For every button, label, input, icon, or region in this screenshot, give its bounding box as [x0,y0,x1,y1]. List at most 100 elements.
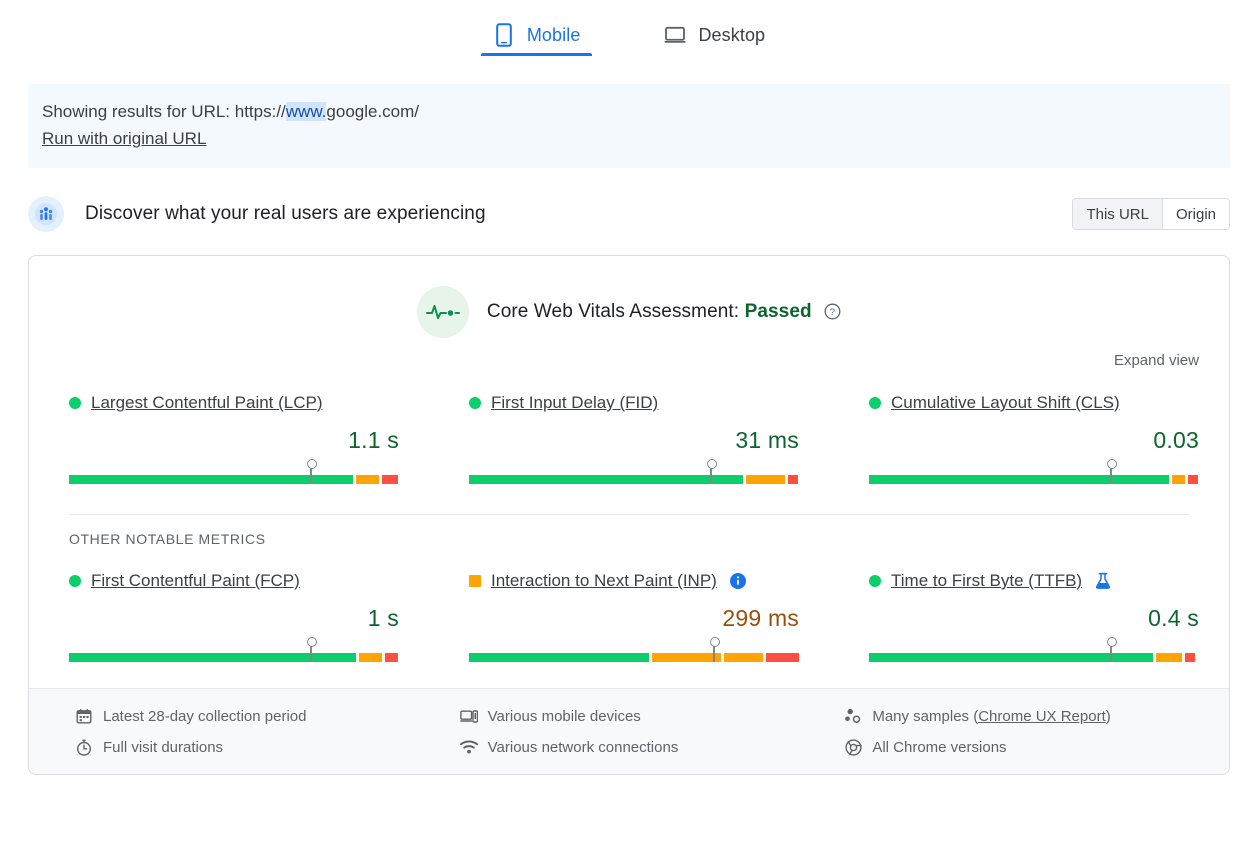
url-www-highlight: www. [285,102,327,121]
metric-value-pin [706,459,717,484]
metric-distribution-bar [69,459,405,484]
footer-text: Various mobile devices [487,707,641,725]
core-web-vitals-assessment-header: Core Web Vitals Assessment: Passed ? [29,256,1229,338]
mobile-phone-icon [493,23,515,47]
desktop-monitor-icon [664,23,686,47]
metric-name-link[interactable]: First Contentful Paint (FCP) [91,571,300,591]
metric-value: 1.1 s [348,427,399,453]
assessment-title: Core Web Vitals Assessment: Passed ? [487,301,841,323]
experiment-flask-icon[interactable] [1095,572,1111,590]
footer-text: All Chrome versions [872,738,1007,756]
metric-distribution-bar [469,459,805,484]
metric-value-pin [306,637,317,662]
metric-distribution-bar [69,637,405,662]
footer-item: Full visit durations [75,738,460,756]
metric-name-link[interactable]: Interaction to Next Paint (INP) [491,571,717,591]
footer-item: All Chrome versions [844,738,1229,756]
metric-distribution-bar [869,459,1205,484]
metric-value: 1 s [367,605,399,631]
chrome-ux-report-link[interactable]: Chrome UX Report [978,708,1106,725]
help-circle-icon[interactable]: ? [824,303,841,320]
people-samples-icon [844,707,862,725]
distribution-segments [69,653,399,662]
distribution-segment-good [469,475,743,484]
metric-value: 0.4 s [1148,605,1199,631]
distribution-segment-avg [355,475,379,484]
metric-header: Cumulative Layout Shift (CLS) [869,391,1205,415]
metric-distribution-bar [869,637,1205,662]
distribution-segment-avg [1172,475,1186,484]
metric-name-link[interactable]: First Input Delay (FID) [491,393,658,413]
distribution-segment-avg [1155,653,1183,662]
metric-value: 299 ms [722,605,799,631]
metric-inp: Interaction to Next Paint (INP) 299 ms [429,569,829,662]
footer-label-wrap: All Chrome versions [872,739,1006,756]
distribution-segment-avg [652,653,721,662]
crux-users-icon [28,196,64,232]
expand-view-row: Expand view [29,338,1229,369]
expand-view-button[interactable]: Expand view [1114,352,1199,369]
distribution-segment-good [869,475,1170,484]
crux-results-card: Core Web Vitals Assessment: Passed ? Exp… [28,255,1230,775]
scope-this-url-button[interactable]: This URL [1073,199,1162,229]
footer-text-after: ) [1105,707,1111,725]
footer-text: Full visit durations [103,738,224,756]
distribution-segment-good [469,653,650,662]
metric-rating-marker-good [69,397,81,409]
info-circle-icon[interactable] [729,573,746,589]
assessment-label: Core Web Vitals Assessment: [486,301,740,322]
device-tab-bar: Mobile Desktop [0,0,1258,56]
footer-text: Many samples ( [872,707,979,725]
metric-header: Largest Contentful Paint (LCP) [69,391,405,415]
distribution-segments [869,653,1199,662]
page-title: Discover what your real users are experi… [85,203,486,224]
url-suffix-text: google.com/ [326,102,420,121]
metric-name-link[interactable]: Time to First Byte (TTFB) [891,571,1082,591]
distribution-segment-poor [1188,475,1199,484]
tab-mobile[interactable]: Mobile [479,8,595,56]
metric-value: 0.03 [1153,427,1199,453]
distribution-segment-poor [1185,653,1196,662]
distribution-segment-poor [788,475,799,484]
metric-value-pin [1106,637,1117,662]
footer-item: Various network connections [459,738,845,756]
metric-name-link[interactable]: Largest Contentful Paint (LCP) [91,393,323,413]
scope-origin-button[interactable]: Origin [1161,199,1229,229]
crux-section-header: Discover what your real users are experi… [28,195,1230,233]
stopwatch-icon [75,738,93,756]
other-notable-metrics-label: OTHER NOTABLE METRICS [69,531,266,547]
metric-ttfb: Time to First Byte (TTFB) 0.4 s [829,569,1229,662]
distribution-segment-good [69,653,357,662]
calendar-icon [75,707,93,725]
metric-value-pin [1106,459,1117,484]
distribution-segment-avg [723,653,764,662]
metric-name-link[interactable]: Cumulative Layout Shift (CLS) [891,393,1120,413]
url-prefix-text: Showing results for URL: https:// [42,102,286,121]
footer-item: Many samples (Chrome UX Report) [844,707,1229,725]
metric-value-pin [306,459,317,484]
metric-header: First Contentful Paint (FCP) [69,569,405,593]
footer-text: Various network connections [487,738,679,756]
tab-desktop-label: Desktop [698,24,766,45]
pulse-heartbeat-icon [416,286,469,338]
distribution-segment-poor [381,475,399,484]
showing-results-line: Showing results for URL: https://www.goo… [42,99,1230,124]
crux-data-footer: Latest 28-day collection period Various m… [29,688,1229,774]
distribution-segments [69,475,399,484]
devices-icon [459,707,478,725]
metric-rating-marker-avg [469,575,481,587]
distribution-segment-poor [385,653,399,662]
footer-label-wrap: Various mobile devices [488,708,641,725]
run-with-original-url-link[interactable]: Run with original URL [42,126,206,151]
metric-rating-marker-good [869,575,881,587]
metric-fid: First Input Delay (FID) 31 ms [429,391,829,484]
distribution-segment-avg [745,475,786,484]
metric-lcp: Largest Contentful Paint (LCP) 1.1 s [29,391,429,484]
wifi-icon [459,738,478,756]
tab-desktop[interactable]: Desktop [650,8,779,56]
distribution-segment-poor [766,653,799,662]
metric-cls: Cumulative Layout Shift (CLS) 0.03 [829,391,1229,484]
footer-item: Various mobile devices [459,707,845,725]
metric-rating-marker-good [69,575,81,587]
distribution-segments [469,653,799,662]
